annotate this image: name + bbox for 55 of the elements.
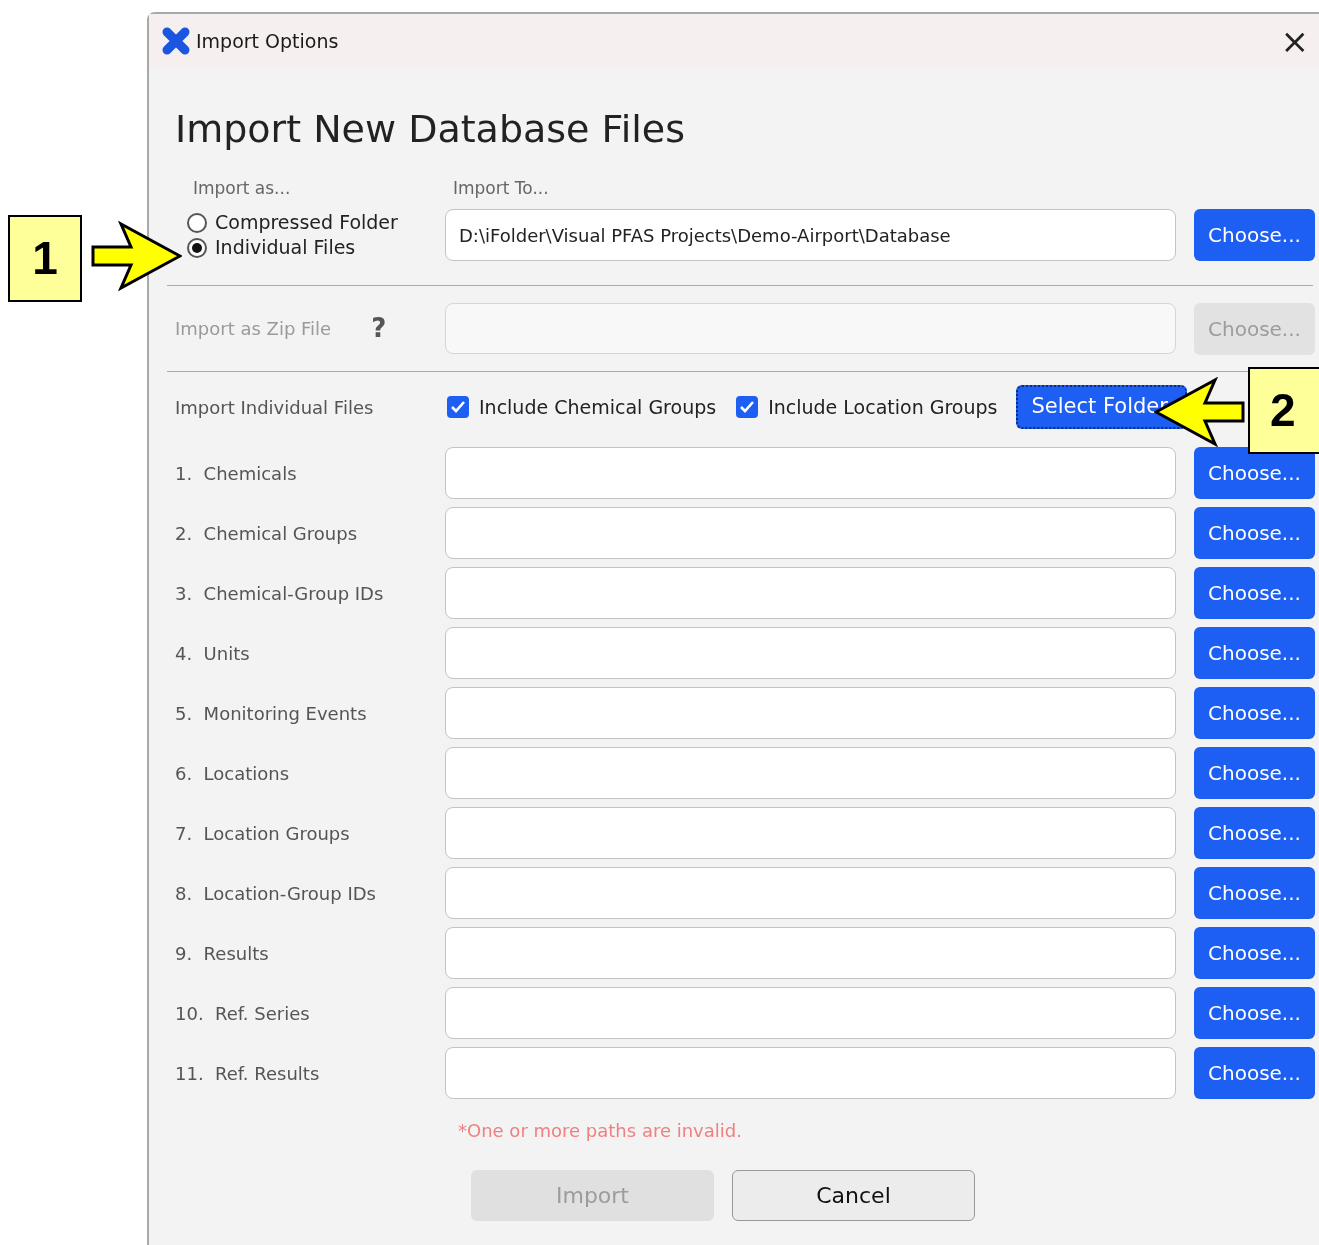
file-path-field[interactable] <box>445 507 1176 559</box>
error-message: *One or more paths are invalid. <box>458 1119 742 1143</box>
file-path-field[interactable] <box>445 747 1176 799</box>
check-icon <box>450 399 466 415</box>
select-folder-button[interactable]: Select Folder <box>1015 385 1187 429</box>
file-label: 11. Ref. Results <box>175 1061 321 1086</box>
choose-button[interactable]: Choose... <box>1194 627 1315 679</box>
file-path-field[interactable] <box>445 807 1176 859</box>
choose-button[interactable]: Choose... <box>1194 1047 1315 1099</box>
file-path-field[interactable] <box>445 927 1176 979</box>
window-title: Import Options <box>196 28 339 54</box>
file-label: 5. Monitoring Events <box>175 701 368 726</box>
choose-button[interactable]: Choose... <box>1194 927 1315 979</box>
file-label: 8. Location-Group IDs <box>175 881 377 906</box>
app-logo-icon <box>161 26 191 56</box>
callout-label: 2 <box>1248 367 1319 454</box>
close-button[interactable]: × <box>1276 24 1313 58</box>
dialog-heading: Import New Database Files <box>175 108 685 150</box>
file-label: 3. Chemical-Group IDs <box>175 581 385 606</box>
checkbox-option[interactable]: Include Location Groups <box>736 392 998 422</box>
dialog-button[interactable]: Cancel <box>732 1170 975 1221</box>
radio-option[interactable]: Individual Files <box>187 235 445 260</box>
file-label: 7. Location Groups <box>175 821 351 846</box>
file-label: 10. Ref. Series <box>175 1001 311 1026</box>
path-field[interactable]: D:\iFolder\Visual PFAS Projects\Demo-Airport\Database <box>445 209 1176 261</box>
choose-button[interactable]: Choose... <box>1194 567 1315 619</box>
choose-button[interactable]: Choose... <box>1194 867 1315 919</box>
radio-option[interactable]: Compressed Folder <box>187 210 445 235</box>
file-path-field[interactable] <box>445 627 1176 679</box>
zip-label: Import as Zip File <box>175 317 332 341</box>
file-label: 2. Chemical Groups <box>175 521 359 546</box>
check-icon <box>739 399 756 415</box>
file-label: 1. Chemicals <box>175 461 298 486</box>
choose-button[interactable]: Choose... <box>1194 447 1315 499</box>
choose-button[interactable]: Choose... <box>1194 687 1315 739</box>
file-path-field[interactable] <box>445 447 1176 499</box>
file-path-field[interactable] <box>445 687 1176 739</box>
file-label: 4. Units <box>175 641 251 666</box>
choose-button[interactable]: Choose... <box>1194 987 1315 1039</box>
arrow-icon <box>91 221 182 291</box>
callout-label: 1 <box>8 215 82 302</box>
file-path-field[interactable] <box>445 567 1176 619</box>
choose-button[interactable]: Choose... <box>1194 747 1315 799</box>
choose-button[interactable]: Choose... <box>1194 807 1315 859</box>
checkbox-option[interactable]: Include Chemical Groups <box>447 392 717 422</box>
file-path-field[interactable] <box>445 867 1176 919</box>
file-path-field[interactable] <box>445 1047 1176 1099</box>
section-label: Import Individual Files <box>175 395 375 420</box>
file-path-field[interactable] <box>445 987 1176 1039</box>
file-label: 9. Results <box>175 941 270 966</box>
choose-button[interactable]: Choose... <box>1194 507 1315 559</box>
file-label: 6. Locations <box>175 761 291 786</box>
choose-button[interactable]: Choose... <box>1194 209 1315 261</box>
section-label: Import To... <box>453 177 549 201</box>
section-label: Import as... <box>193 177 292 201</box>
